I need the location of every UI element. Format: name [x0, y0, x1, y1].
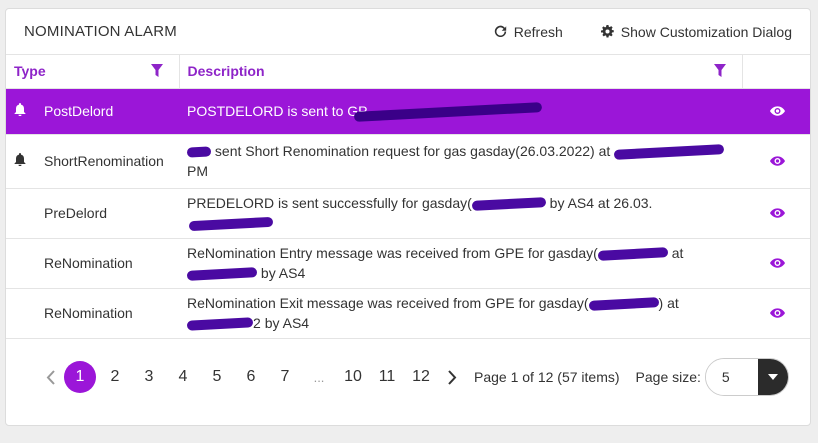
next-page-button[interactable]: [438, 369, 466, 385]
page-button-2[interactable]: 2: [98, 368, 132, 386]
view-cell[interactable]: [742, 88, 810, 135]
description-cell: ReNomination Exit message was received f…: [179, 288, 743, 339]
refresh-label: Refresh: [513, 23, 563, 40]
bell-cell: [6, 238, 34, 289]
column-header-actions: [742, 55, 810, 89]
page-button-10[interactable]: 10: [336, 368, 370, 386]
description-text: ReNomination Entry message was received …: [187, 245, 598, 261]
prev-page-button[interactable]: [36, 369, 64, 385]
description-text: PREDELORD is sent successfully for gasda…: [187, 195, 472, 211]
description-text: ReNomination Exit message was received f…: [187, 295, 589, 311]
description-cell: sent Short Renomination request for gas …: [179, 134, 743, 189]
eye-icon[interactable]: [769, 208, 785, 218]
page-size-select[interactable]: 5: [704, 358, 789, 396]
description-cell: POSTDELORD is sent to GP: [179, 88, 743, 135]
table-row[interactable]: ReNomination ReNomination Exit message w…: [6, 288, 810, 339]
page-ellipsis: ...: [313, 369, 325, 385]
show-customization-button[interactable]: Show Customization Dialog: [600, 23, 792, 40]
panel-header: NOMINATION ALARM Refresh Show Customizat…: [6, 9, 810, 55]
page-info: Page 1 of 12 (57 items): [474, 369, 620, 385]
bell-cell: [6, 88, 34, 135]
view-cell[interactable]: [742, 188, 810, 239]
eye-icon[interactable]: [769, 106, 785, 116]
description-text-at: at: [671, 245, 684, 261]
bell-icon: [14, 153, 26, 167]
table-row[interactable]: ShortRenomination sent Short Renominatio…: [6, 134, 810, 189]
nomination-alarm-panel: NOMINATION ALARM Refresh Show Customizat…: [5, 8, 811, 426]
redaction-mark: [614, 144, 725, 161]
bell-cell: [6, 188, 34, 239]
page-button-1[interactable]: 1: [64, 361, 96, 393]
redaction-mark: [186, 267, 258, 282]
bell-icon: [14, 103, 26, 117]
description-text-2: by AS4 at 26.03.: [549, 195, 653, 211]
eye-icon[interactable]: [769, 308, 785, 318]
type-cell: PostDelord: [34, 88, 180, 135]
column-type-label: Type: [14, 63, 46, 80]
chevron-left-icon: [46, 369, 55, 385]
table-row[interactable]: ReNomination ReNomination Entry message …: [6, 238, 810, 289]
redaction-mark: [188, 217, 274, 232]
bell-cell: [6, 134, 34, 189]
filter-icon[interactable]: [150, 64, 163, 77]
page-size-label: Page size:: [635, 369, 701, 385]
table-row[interactable]: PreDelord PREDELORD is sent successfully…: [6, 188, 810, 239]
filter-icon[interactable]: [713, 64, 726, 77]
page-button-6[interactable]: 6: [234, 368, 268, 386]
view-cell[interactable]: [742, 288, 810, 339]
description-text-line2: PM: [187, 163, 209, 179]
description-text-line2-pre: 2: [253, 315, 261, 331]
page-button-5[interactable]: 5: [200, 368, 234, 386]
redaction-mark: [597, 247, 669, 262]
customize-label: Show Customization Dialog: [620, 23, 792, 40]
page-size-value[interactable]: 5: [705, 359, 758, 395]
column-description-label: Description: [187, 63, 265, 80]
redaction-mark: [471, 197, 546, 212]
redaction-mark: [588, 297, 659, 312]
caret-down-icon: [767, 374, 778, 380]
page-button-12[interactable]: 12: [404, 368, 438, 386]
bell-cell: [6, 288, 34, 339]
description-text: sent Short Renomination request for gas …: [214, 143, 611, 159]
panel-title: NOMINATION ALARM: [24, 23, 177, 40]
alarm-table: Type Description PostDelord POSTDELORD i…: [6, 55, 810, 339]
redaction-mark: [186, 146, 212, 158]
page-button-4[interactable]: 4: [166, 368, 200, 386]
type-cell: ShortRenomination: [34, 134, 180, 189]
description-text-line2: by AS4: [260, 265, 306, 281]
view-cell[interactable]: [742, 238, 810, 289]
eye-icon[interactable]: [769, 258, 785, 268]
chevron-right-icon: [447, 369, 456, 385]
description-text-line2: by AS4: [264, 315, 310, 331]
page-button-7[interactable]: 7: [268, 368, 302, 386]
description-cell: ReNomination Entry message was received …: [179, 238, 743, 289]
gear-icon: [600, 25, 614, 38]
description-cell: PREDELORD is sent successfully for gasda…: [179, 188, 743, 239]
type-cell: PreDelord: [34, 188, 180, 239]
type-cell: ReNomination: [34, 288, 180, 339]
page-button-11[interactable]: 11: [370, 368, 404, 386]
redaction-mark: [353, 102, 542, 123]
refresh-button[interactable]: Refresh: [494, 24, 563, 40]
eye-icon[interactable]: [769, 156, 785, 166]
view-cell[interactable]: [742, 134, 810, 189]
column-header-type[interactable]: Type: [6, 55, 180, 89]
description-text: POSTDELORD is sent to GP: [187, 103, 368, 119]
type-cell: ReNomination: [34, 238, 180, 289]
refresh-icon: [494, 25, 506, 38]
table-row[interactable]: PostDelord POSTDELORD is sent to GP: [6, 88, 810, 135]
redaction-mark: [186, 317, 254, 332]
page-button-3[interactable]: 3: [132, 368, 166, 386]
pager: 1 2 3 4 5 6 7 ... 10 11 12 Page 1 of 12 …: [6, 355, 810, 399]
page-size-dropdown-button[interactable]: [757, 359, 788, 395]
column-header-description[interactable]: Description: [179, 55, 743, 89]
description-text-at: ) at: [658, 295, 679, 311]
